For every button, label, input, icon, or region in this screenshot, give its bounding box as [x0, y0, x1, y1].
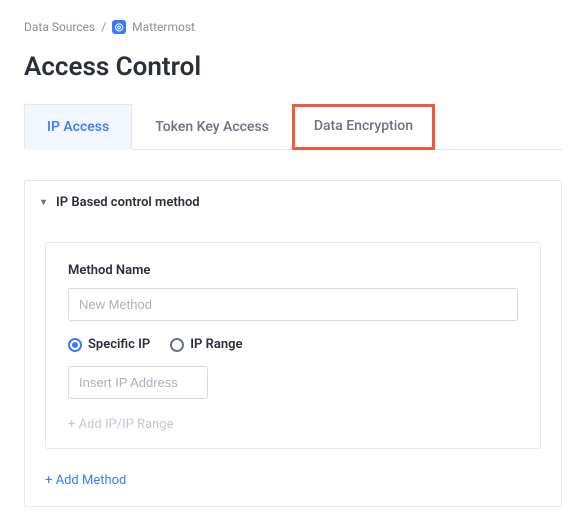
add-ip-range-button[interactable]: + Add IP/IP Range [68, 417, 518, 432]
tabs: IP Access Token Key Access Data Encrypti… [24, 104, 562, 150]
ip-mode-radio-group: Specific IP IP Range [68, 337, 518, 352]
tab-ip-access[interactable]: IP Access [24, 104, 132, 150]
method-card: Method Name Specific IP IP Range + Add I… [45, 242, 541, 449]
page-title: Access Control [24, 52, 562, 82]
breadcrumb-separator: / [101, 20, 106, 34]
breadcrumb: Data Sources / ◎ Mattermost [24, 20, 562, 34]
radio-specific-ip[interactable]: Specific IP [68, 337, 150, 352]
tab-data-encryption[interactable]: Data Encryption [292, 104, 435, 150]
radio-icon [68, 338, 82, 352]
radio-specific-ip-label: Specific IP [88, 337, 150, 352]
radio-ip-range[interactable]: IP Range [170, 337, 242, 352]
mattermost-icon: ◎ [112, 20, 126, 34]
breadcrumb-current: Mattermost [132, 20, 195, 34]
add-method-button[interactable]: + Add Method [25, 459, 561, 506]
radio-icon [170, 338, 184, 352]
tab-token-key-access[interactable]: Token Key Access [132, 104, 292, 149]
ip-address-input[interactable] [68, 366, 208, 399]
method-name-label: Method Name [68, 263, 518, 278]
panel-title: IP Based control method [56, 195, 200, 210]
breadcrumb-root[interactable]: Data Sources [24, 20, 95, 34]
method-name-input[interactable] [68, 288, 518, 321]
radio-ip-range-label: IP Range [190, 337, 242, 352]
panel-header[interactable]: ▾ IP Based control method [25, 181, 561, 224]
ip-control-panel: ▾ IP Based control method Method Name Sp… [24, 180, 562, 507]
chevron-down-icon: ▾ [41, 197, 46, 208]
